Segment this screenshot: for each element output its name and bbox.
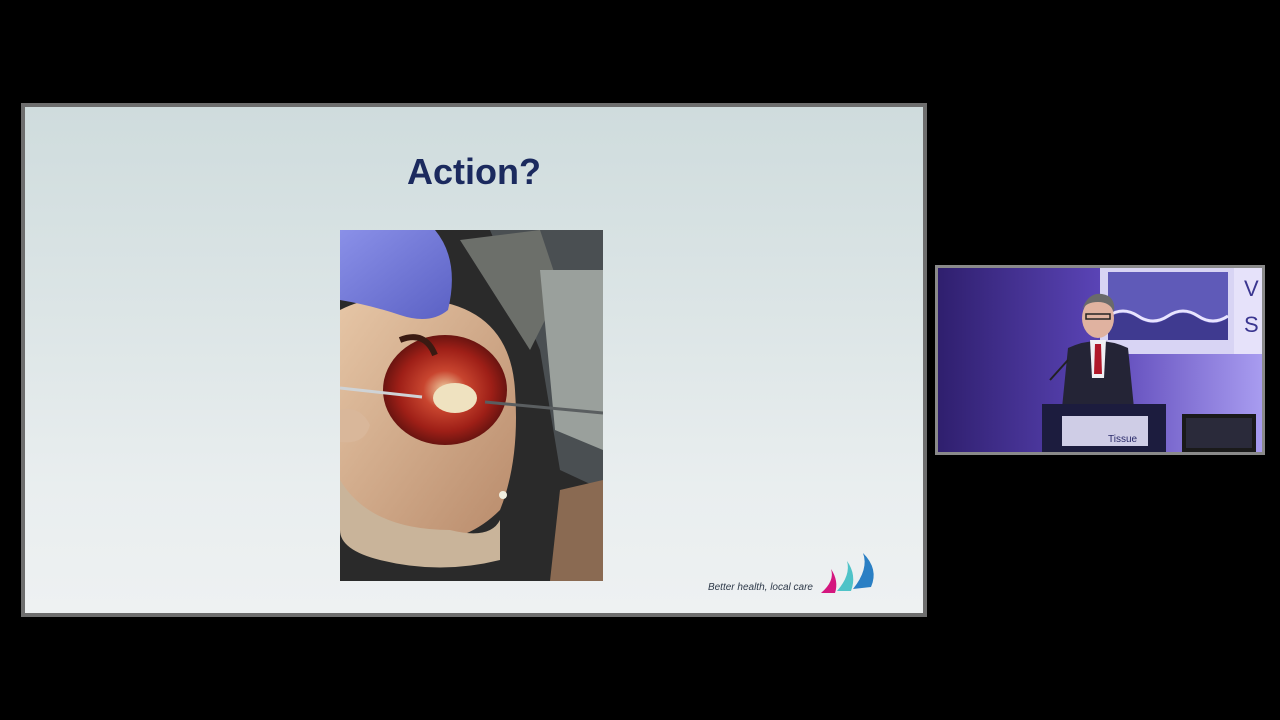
backdrop-sign-letter: S — [1244, 312, 1259, 337]
sail-logo-icon — [817, 551, 879, 595]
slide-panel: Action? Better health, local care — [21, 103, 927, 617]
slide-title: Action? — [407, 151, 541, 192]
footer-tagline: Better health, local care — [707, 582, 813, 593]
speaker-video-feed: V S Tissue — [938, 268, 1262, 452]
podium-sign-text: Tissue — [1108, 434, 1138, 445]
footer-logo: Better health, local care — [708, 551, 879, 595]
backdrop-sign-letter: V — [1244, 276, 1259, 301]
speaker-video-panel: V S Tissue — [935, 265, 1265, 455]
clinical-wound-photo — [340, 230, 603, 581]
slide: Action? Better health, local care — [25, 107, 923, 613]
